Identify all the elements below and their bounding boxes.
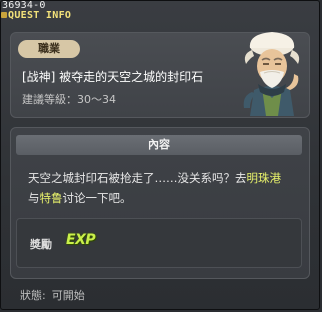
content-section-title: 內容 [16,135,302,155]
quest-name: [战神] 被夺走的天空之城的封印石 [22,70,204,84]
npc-highlight: 特鲁 [39,191,63,205]
quest-status: 狀態: 可開始 [20,287,85,303]
status-value: 可開始 [51,289,85,302]
title-bar[interactable]: 36934-0 QUEST INFO [0,0,320,24]
recommended-level: 建議等級：30～34 [22,93,116,106]
reward-panel [16,218,302,268]
reward-label: 獎勵 [30,238,52,251]
status-label: 狀態: [20,289,46,302]
location-highlight: 明珠港 [246,171,282,185]
description-text: 与 [28,191,40,205]
quest-description: 天空之城封印石被抢走了……没关系吗？去明珠港 与特鲁讨论一下吧。 [28,168,304,208]
description-text: 讨论一下吧。 [62,191,132,205]
window-title: QUEST INFO [8,10,72,21]
job-badge: 職業 [18,40,80,58]
npc-portrait-icon [243,32,300,116]
title-bullet-icon [1,12,7,18]
exp-icon[interactable]: EXP [66,232,96,248]
description-text: 天空之城封印石被抢走了……没关系吗？去 [28,171,247,185]
